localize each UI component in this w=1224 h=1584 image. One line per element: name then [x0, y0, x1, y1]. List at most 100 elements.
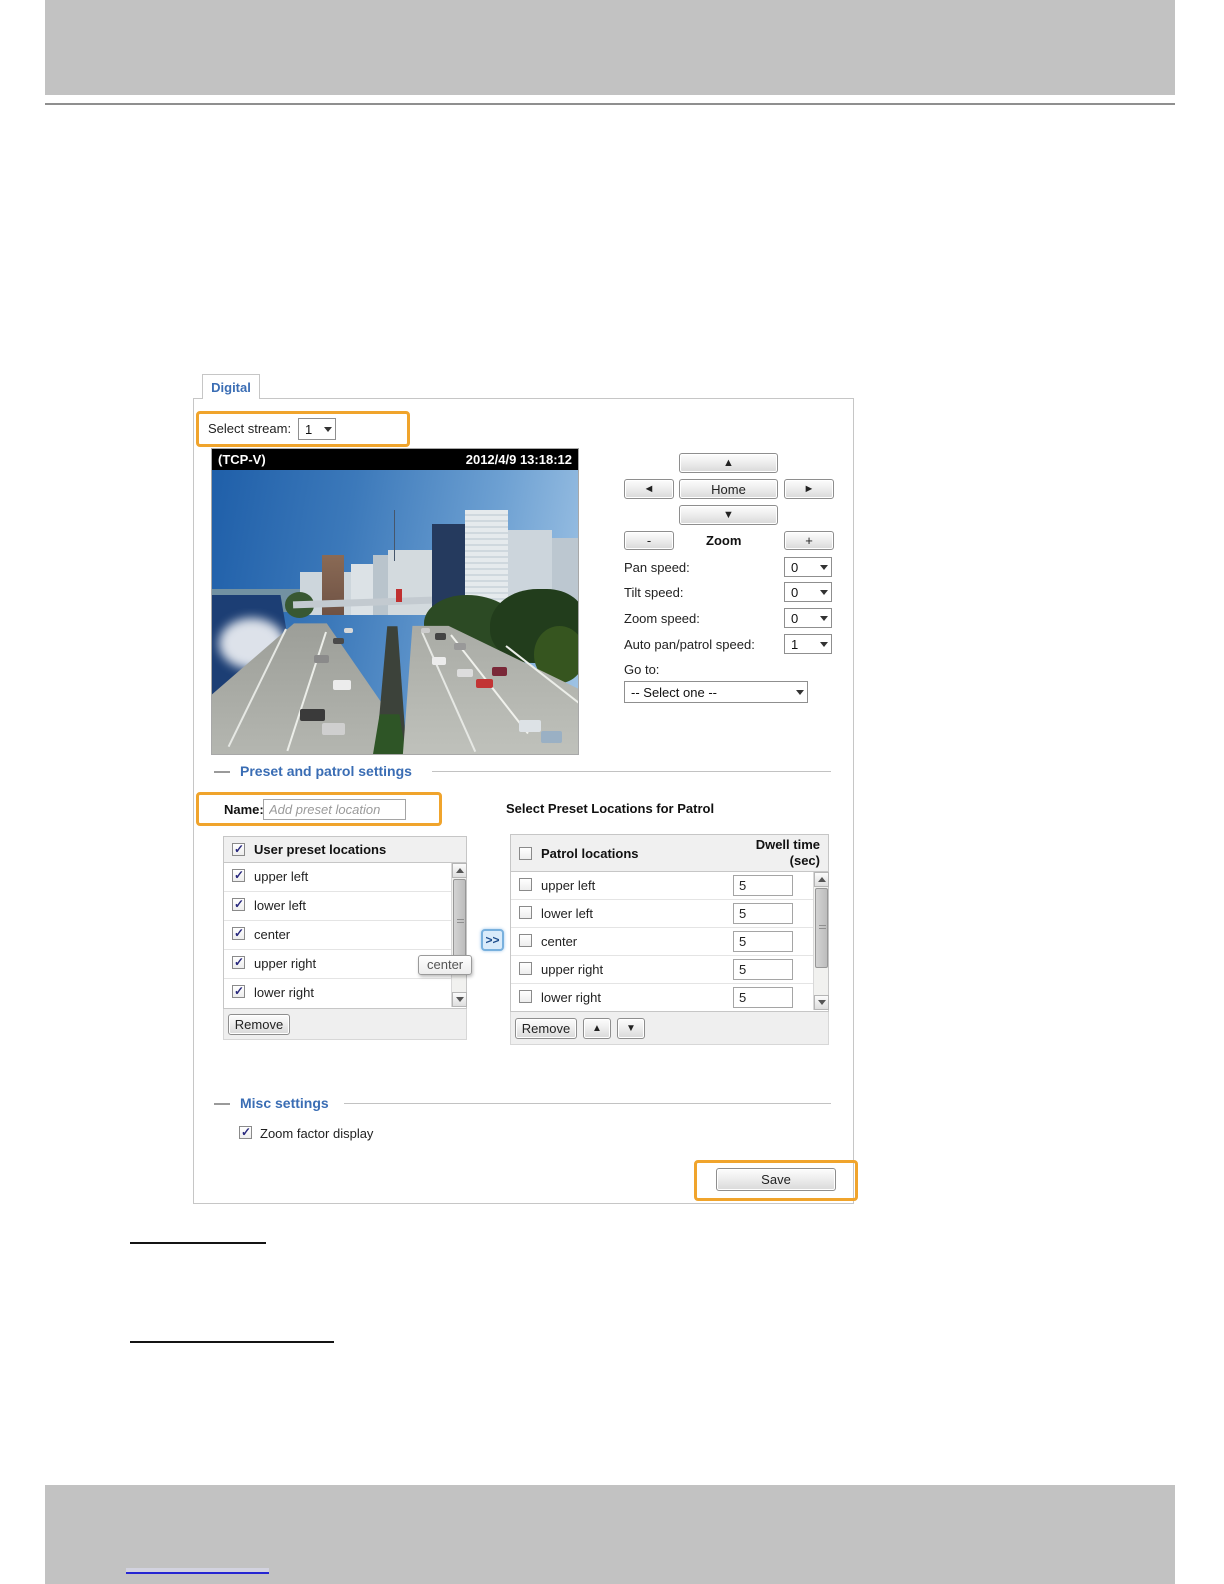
left-arrow-icon: ◄	[643, 483, 655, 495]
underlined-heading-rule-1	[130, 1242, 266, 1244]
pan-speed-label: Pan speed:	[624, 560, 690, 575]
section-line	[432, 771, 831, 772]
dropdown-arrow-icon	[820, 641, 828, 647]
patrol-move-down-button[interactable]: ▼	[617, 1017, 645, 1039]
item-checkbox[interactable]	[232, 897, 245, 911]
table-row[interactable]: lower right	[511, 984, 828, 1012]
up-arrow-icon: ▲	[592, 1022, 602, 1034]
zoom-factor-display-label: Zoom factor display	[260, 1126, 374, 1141]
digital-ptz-panel: Select stream: 1 (TCP-V) 2012/4/9 13:18:…	[193, 398, 858, 1204]
list-item[interactable]: upper left	[224, 863, 466, 892]
header-divider	[45, 103, 1175, 105]
user-preset-list: upper left lower left center upper right…	[223, 863, 467, 1009]
tab-digital-label: Digital	[211, 379, 251, 395]
pan-up-button[interactable]: ▲	[679, 453, 778, 473]
home-button[interactable]: Home	[679, 479, 778, 499]
select-stream-value: 1	[305, 421, 313, 437]
dwell-time-input[interactable]	[733, 875, 793, 896]
table-row[interactable]: upper left	[511, 872, 828, 900]
list-item[interactable]: center	[224, 921, 466, 950]
list-item[interactable]: lower right	[224, 979, 466, 1008]
dwell-time-input[interactable]	[733, 931, 793, 952]
item-checkbox[interactable]	[519, 990, 532, 1003]
save-button[interactable]: Save	[716, 1168, 836, 1191]
dropdown-arrow-icon	[820, 615, 828, 621]
section-dash	[214, 771, 230, 773]
zoom-speed-dropdown[interactable]: 0	[784, 608, 832, 628]
auto-pan-patrol-speed-label: Auto pan/patrol speed:	[624, 637, 755, 652]
item-checkbox[interactable]	[232, 984, 245, 998]
footer-band	[45, 1485, 1175, 1584]
footer-link[interactable]	[126, 1568, 269, 1574]
item-checkbox[interactable]	[519, 878, 532, 891]
item-checkbox[interactable]	[519, 906, 532, 919]
scroll-down-icon[interactable]	[452, 992, 467, 1007]
patrol-move-up-button[interactable]: ▲	[583, 1017, 611, 1039]
tilt-speed-label: Tilt speed:	[624, 585, 684, 600]
zoom-factor-display-checkbox[interactable]	[239, 1125, 252, 1139]
section-dash	[214, 1103, 230, 1105]
double-chevron-right-icon: >>	[485, 933, 500, 947]
patrol-header-label: Patrol locations	[541, 846, 639, 861]
preset-name-label: Name:	[224, 802, 264, 817]
scroll-up-icon[interactable]	[814, 872, 829, 887]
manual-page: Digital Select stream: 1 (TCP-V) 2012/4/…	[0, 0, 1224, 1584]
patrol-remove-button[interactable]: Remove	[515, 1017, 577, 1039]
preset-section-title: Preset and patrol settings	[240, 763, 412, 779]
dwell-time-input[interactable]	[733, 903, 793, 924]
user-list-footer: Remove	[223, 1009, 467, 1040]
preset-name-input[interactable]	[263, 799, 406, 820]
scrollbar-thumb[interactable]	[815, 888, 828, 968]
item-checkbox[interactable]	[232, 926, 245, 940]
item-checkbox[interactable]	[232, 955, 245, 969]
patrol-select-all-checkbox[interactable]	[519, 847, 532, 860]
section-line	[344, 1103, 831, 1104]
dropdown-arrow-icon	[796, 689, 804, 695]
select-stream-dropdown[interactable]: 1	[298, 418, 336, 440]
header-band	[45, 0, 1175, 95]
table-row[interactable]: center	[511, 928, 828, 956]
patrol-list-footer: Remove ▲ ▼	[510, 1012, 829, 1045]
user-list-scrollbar[interactable]	[451, 863, 467, 1007]
scroll-down-icon[interactable]	[814, 995, 829, 1010]
table-row[interactable]: upper right	[511, 956, 828, 984]
pan-right-button[interactable]: ►	[784, 479, 834, 499]
goto-dropdown[interactable]: -- Select one --	[624, 681, 808, 703]
user-remove-button[interactable]: Remove	[228, 1013, 290, 1035]
misc-section-title: Misc settings	[240, 1095, 329, 1111]
item-checkbox[interactable]	[232, 868, 245, 882]
pan-speed-dropdown[interactable]: 0	[784, 557, 832, 577]
dwell-time-input[interactable]	[733, 987, 793, 1008]
scrollbar-thumb[interactable]	[453, 879, 466, 965]
dropdown-arrow-icon	[324, 426, 332, 432]
tilt-speed-dropdown[interactable]: 0	[784, 582, 832, 602]
plus-icon: +	[805, 533, 813, 548]
zoom-out-button[interactable]: -	[624, 531, 674, 550]
zoom-in-button[interactable]: +	[784, 531, 834, 550]
auto-pan-patrol-speed-dropdown[interactable]: 1	[784, 634, 832, 654]
scroll-up-icon[interactable]	[452, 863, 467, 878]
dwell-time-input[interactable]	[733, 959, 793, 980]
dropdown-arrow-icon	[820, 589, 828, 595]
select-stream-label: Select stream:	[208, 421, 292, 436]
zoom-speed-label: Zoom speed:	[624, 611, 700, 626]
pan-left-button[interactable]: ◄	[624, 479, 674, 499]
pan-down-button[interactable]: ▼	[679, 505, 778, 525]
user-preset-select-all-checkbox[interactable]	[232, 842, 245, 856]
list-item[interactable]: lower left	[224, 892, 466, 921]
item-checkbox[interactable]	[519, 962, 532, 975]
patrol-list: upper left lower left center upper right	[510, 872, 829, 1012]
add-to-patrol-button[interactable]: >>	[481, 929, 504, 951]
dwell-time-header: Dwell time	[755, 837, 820, 852]
patrol-list-scrollbar[interactable]	[813, 872, 829, 1010]
down-arrow-icon: ▼	[626, 1022, 636, 1034]
tab-digital[interactable]: Digital	[202, 374, 260, 399]
right-arrow-icon: ►	[803, 483, 815, 495]
patrol-caption: Select Preset Locations for Patrol	[506, 801, 715, 816]
dwell-time-unit: (sec)	[789, 853, 820, 868]
table-row[interactable]: lower left	[511, 900, 828, 928]
video-live-view[interactable]	[212, 470, 578, 754]
video-protocol: (TCP-V)	[218, 452, 266, 467]
item-checkbox[interactable]	[519, 934, 532, 947]
goto-label: Go to:	[624, 662, 660, 677]
